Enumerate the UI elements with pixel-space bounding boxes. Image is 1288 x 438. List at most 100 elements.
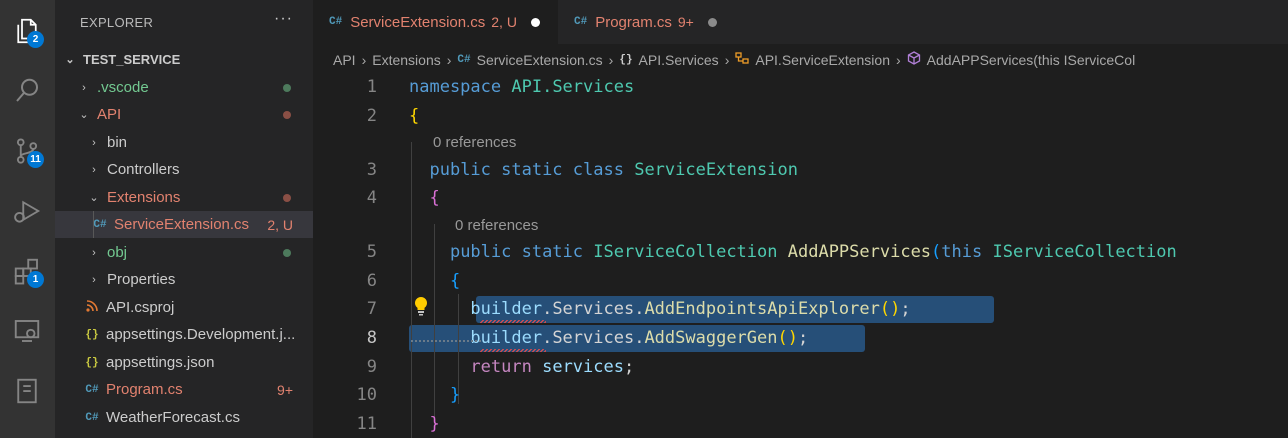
code-editor[interactable]: 1 2 3 4 5 6 7 8 9 10 11 namespace API.Se… xyxy=(313,74,1288,438)
tree-item-appsettings[interactable]: {} appsettings.json xyxy=(55,349,313,376)
notebook-icon[interactable] xyxy=(8,372,46,410)
tree-item-weatherforecast[interactable]: C# WeatherForecast.cs xyxy=(55,404,313,431)
code-lens-references[interactable]: 0 references xyxy=(455,217,538,234)
code-token: AddEndpointsApiExplorer xyxy=(644,299,880,319)
extensions-icon[interactable]: 1 xyxy=(8,252,46,290)
breadcrumb-item[interactable]: ServiceExtension.cs xyxy=(477,52,603,68)
chevron-down-icon: ⌄ xyxy=(89,192,99,204)
code-token: return xyxy=(470,357,532,377)
tab-program[interactable]: C# Program.cs 9+ xyxy=(558,0,738,44)
tree-item-label: obj xyxy=(107,244,128,261)
code-line: builder.Services.AddSwaggerGen(); xyxy=(470,328,809,348)
code-line: namespace API.Services xyxy=(409,77,634,97)
line-number: 2 xyxy=(366,106,377,126)
tree-item-properties[interactable]: › Properties xyxy=(55,266,313,293)
json-file-icon: {} xyxy=(85,356,99,369)
status-dot xyxy=(283,84,291,92)
chevron-right-icon: › xyxy=(82,81,86,94)
tab-status: 2, U xyxy=(491,14,517,30)
tree-item-api[interactable]: ⌄ API xyxy=(55,101,313,128)
class-icon xyxy=(735,52,750,68)
code-token: this xyxy=(941,242,983,262)
tree-item-extensions[interactable]: ⌄ Extensions xyxy=(55,184,313,211)
breadcrumb-item[interactable]: API xyxy=(333,52,356,68)
tree-item-serviceextension[interactable]: C# ServiceExtension.cs 2, U xyxy=(55,211,313,238)
unsaved-dot-icon[interactable] xyxy=(707,17,717,27)
csharp-file-icon: C# xyxy=(85,411,99,424)
status-dot xyxy=(283,194,291,202)
more-actions-button[interactable]: ··· xyxy=(274,10,293,28)
chevron-right-icon: › xyxy=(608,52,614,68)
tree-item-obj[interactable]: › obj xyxy=(55,239,313,266)
breadcrumb-item[interactable]: Extensions xyxy=(372,52,440,68)
error-squiggle xyxy=(480,349,546,352)
csharp-file-icon: C# xyxy=(93,218,107,231)
line-number: 4 xyxy=(366,188,377,208)
error-squiggle xyxy=(480,320,546,323)
tree-item-appsettings-dev[interactable]: {} appsettings.Development.j... xyxy=(55,321,313,348)
tree-item-csproj[interactable]: API.csproj xyxy=(55,294,313,321)
namespace-icon: {} xyxy=(619,54,633,66)
explorer-icon[interactable]: 2 xyxy=(8,12,46,50)
tree-item-program[interactable]: C# Program.cs 9+ xyxy=(55,376,313,403)
csharp-file-icon: C# xyxy=(457,54,471,66)
code-token: builder xyxy=(470,328,543,348)
breadcrumb-item[interactable]: API.Services xyxy=(639,52,719,68)
workspace-root[interactable]: ⌄ TEST_SERVICE xyxy=(55,46,313,73)
tree-item-label: appsettings.Development.j... xyxy=(106,326,296,343)
code-token: .Services. xyxy=(542,299,645,319)
tree-item-label: API.csproj xyxy=(106,299,175,316)
breadcrumb-item[interactable]: AddAPPServices(this IServiceCol xyxy=(927,52,1136,68)
tree-item-bin[interactable]: › bin xyxy=(55,129,313,156)
tree-item-controllers[interactable]: › Controllers xyxy=(55,156,313,183)
file-status: 2, U xyxy=(267,216,293,233)
tree-item-label: WeatherForecast.cs xyxy=(106,409,240,426)
code-token: builder xyxy=(470,299,543,319)
tree-item-vscode[interactable]: › .vscode xyxy=(55,74,313,101)
code-token: namespace xyxy=(409,77,502,97)
breadcrumb: API › Extensions › C# ServiceExtension.c… xyxy=(333,48,1288,72)
csharp-file-icon: C# xyxy=(85,383,99,396)
tab-status: 9+ xyxy=(677,14,694,30)
code-token: public static xyxy=(449,242,584,262)
sidebar-title: EXPLORER xyxy=(80,15,154,30)
line-number: 7 xyxy=(366,299,377,319)
run-debug-icon[interactable] xyxy=(8,192,46,230)
tree-item-label: Controllers xyxy=(107,161,180,178)
chevron-right-icon: › xyxy=(895,52,901,68)
file-status: 9+ xyxy=(277,381,293,398)
tab-serviceextension[interactable]: C# ServiceExtension.cs 2, U xyxy=(313,0,558,44)
code-token: services xyxy=(542,357,624,377)
code-lens-references[interactable]: 0 references xyxy=(433,134,516,151)
line-number: 3 xyxy=(366,160,377,180)
chevron-right-icon: › xyxy=(92,246,96,259)
whitespace-marker xyxy=(411,340,481,342)
code-token: AddSwaggerGen xyxy=(644,328,778,348)
scm-badge: 11 xyxy=(27,151,44,168)
line-number: 9 xyxy=(366,357,377,377)
code-line: public static class ServiceExtension xyxy=(409,160,797,180)
tab-label: ServiceExtension.cs xyxy=(350,13,486,31)
line-number: 6 xyxy=(366,271,377,291)
rss-icon xyxy=(85,299,99,316)
line-number: 5 xyxy=(366,242,377,262)
code-line: } xyxy=(429,414,440,434)
tab-label: Program.cs xyxy=(595,13,672,31)
source-control-icon[interactable]: 11 xyxy=(8,132,46,170)
code-token: IServiceCollection xyxy=(992,242,1177,262)
code-line: public static IServiceCollection AddAPPS… xyxy=(449,242,1177,262)
search-icon[interactable] xyxy=(8,72,46,110)
unsaved-dot-icon[interactable] xyxy=(530,17,540,27)
tree-item-label: appsettings.json xyxy=(106,354,215,371)
remote-explorer-icon[interactable] xyxy=(8,312,46,350)
tree-item-label: Properties xyxy=(107,271,176,288)
code-line: return services; xyxy=(470,357,635,377)
tree-item-label: ServiceExtension.cs xyxy=(114,216,250,233)
tree-item-label: Program.cs xyxy=(106,381,183,398)
csharp-file-icon: C# xyxy=(574,16,588,28)
indent-guide xyxy=(93,211,94,238)
chevron-right-icon: › xyxy=(92,163,96,176)
breadcrumb-item[interactable]: API.ServiceExtension xyxy=(755,52,890,68)
line-number: 1 xyxy=(366,77,377,97)
lightbulb-icon[interactable] xyxy=(413,296,429,316)
